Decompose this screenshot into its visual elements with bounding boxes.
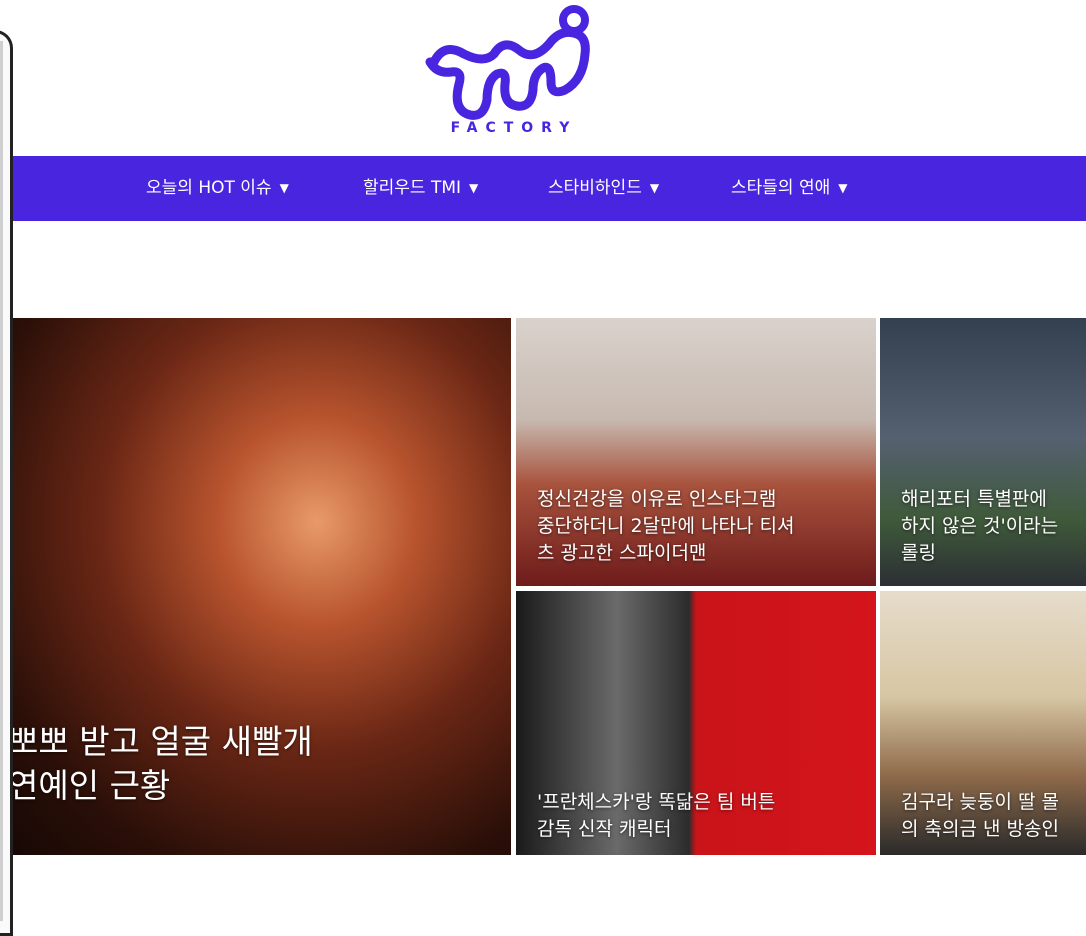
site-logo[interactable]: FACTORY [424, 4, 604, 144]
device-frame-edge [0, 30, 13, 936]
site-header: FACTORY [0, 0, 1086, 156]
nav-item-hot-issue[interactable]: 오늘의 HOT 이슈 ▼ [146, 156, 289, 221]
article-title: 해리포터 특별판에 하지 않은 것'이라는 롤링 [901, 488, 1059, 564]
nav-item-label: 오늘의 HOT 이슈 [146, 178, 272, 198]
chevron-down-icon: ▼ [838, 181, 848, 195]
chevron-down-icon: ▼ [649, 181, 660, 195]
nav-item-hollywood[interactable]: 할리우드 TMI ▼ [363, 156, 478, 221]
nav-item-label: 할리우드 TMI [363, 178, 462, 198]
featured-articles-grid: 뽀뽀 받고 얼굴 새빨개 연예인 근황 정신건강을 이유로 인스타그램 중단하더… [0, 318, 1086, 855]
article-title: '프란체스카'랑 똑닮은 팀 버튼 감독 신작 캐릭터 [537, 791, 776, 840]
chevron-down-icon: ▼ [279, 181, 289, 195]
article-title: 뽀뽀 받고 얼굴 새빨개 연예인 근황 [8, 722, 313, 805]
article-card[interactable]: 정신건강을 이유로 인스타그램 중단하더니 2달만에 나타나 티셔 츠 광고한 … [516, 318, 876, 586]
article-title: 김구라 늦둥이 딸 몰 의 축의금 낸 방송인 [901, 791, 1059, 840]
article-card-featured[interactable]: 뽀뽀 받고 얼굴 새빨개 연예인 근황 [0, 318, 511, 855]
article-card[interactable]: 해리포터 특별판에 하지 않은 것'이라는 롤링 [880, 318, 1086, 586]
article-card[interactable]: 김구라 늦둥이 딸 몰 의 축의금 낸 방송인 [880, 591, 1086, 855]
nav-item-label: 스타들의 연애 [731, 178, 831, 198]
nav-item-star-dating[interactable]: 스타들의 연애 ▼ [731, 156, 847, 221]
logo-subtitle: FACTORY [450, 120, 578, 136]
article-title: 정신건강을 이유로 인스타그램 중단하더니 2달만에 나타나 티셔 츠 광고한 … [537, 488, 795, 564]
tmi-logo-mark [425, 5, 590, 120]
chevron-down-icon: ▼ [469, 181, 479, 195]
main-nav: 오늘의 HOT 이슈 ▼ 할리우드 TMI ▼ 스타비하인드 ▼ 스타들의 연애 ▼ [0, 156, 1086, 221]
article-card[interactable]: '프란체스카'랑 똑닮은 팀 버튼 감독 신작 캐릭터 [516, 591, 876, 855]
nav-item-star-behind[interactable]: 스타비하인드 ▼ [548, 156, 659, 221]
nav-item-label: 스타비하인드 [548, 178, 642, 198]
